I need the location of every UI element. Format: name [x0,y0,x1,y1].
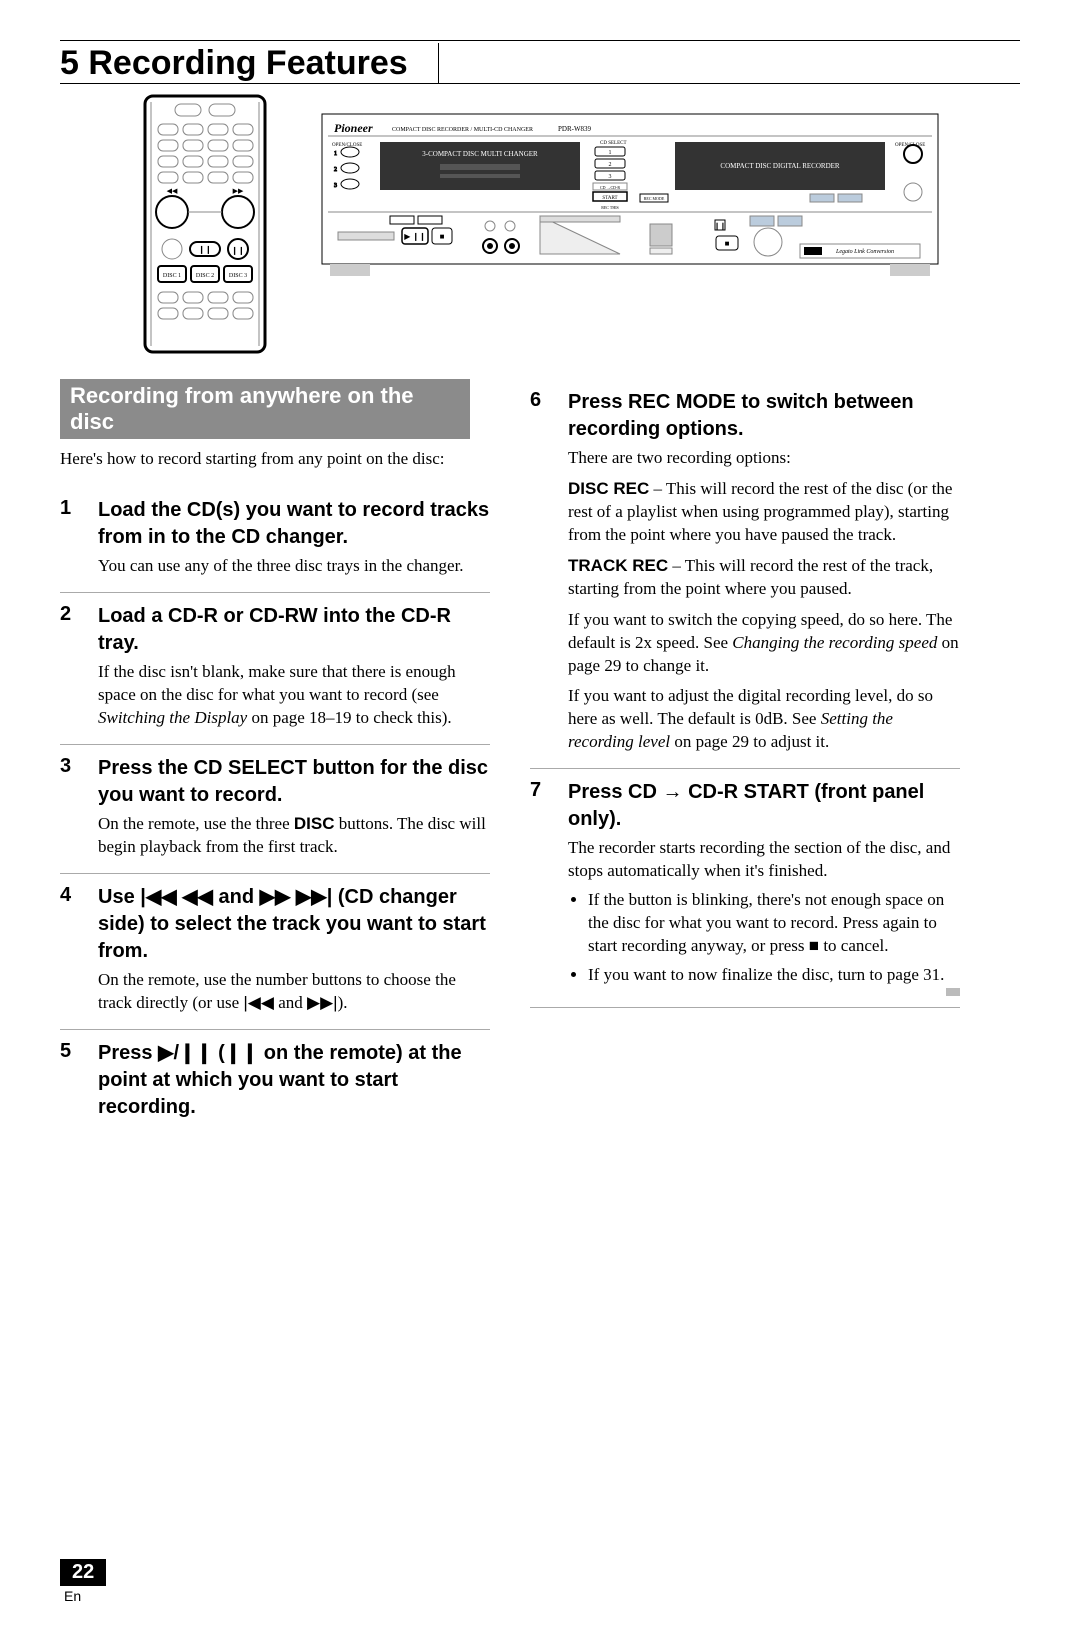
section-heading: Recording from anywhere on the disc [60,379,470,439]
intro-text: Here's how to record starting from any p… [60,449,490,469]
svg-text:▶▶: ▶▶ [233,187,244,195]
step-4: 4 Use |◀◀ ◀◀ and ▶▶ ▶▶| (CD changer side… [60,874,490,1030]
svg-text:START: START [602,196,617,201]
svg-text:1: 1 [334,151,337,157]
svg-text:3-COMPACT DISC MULTI CHANGER: 3-COMPACT DISC MULTI CHANGER [422,150,538,158]
svg-text:COMPACT DISC RECORDER / MULTI-: COMPACT DISC RECORDER / MULTI-CD CHANGER [392,127,533,133]
illustration-row: ◀◀ ▶▶ ❙❙ ❙❙ DISC 1 DISC 2 DISC 3 [130,94,1020,354]
svg-text:3: 3 [609,174,612,180]
unit-illustration: Pioneer COMPACT DISC RECORDER / MULTI-CD… [320,94,940,294]
step-1: 1 Load the CD(s) you want to record trac… [60,487,490,593]
step-6: 6 Press REC MODE to switch between recor… [530,379,960,769]
chapter-title: 5 Recording Features [60,44,428,83]
svg-text:CD SELECT: CD SELECT [600,141,627,146]
svg-text:DISC 1: DISC 1 [163,273,181,279]
svg-text:■: ■ [725,239,730,248]
svg-text:❙❙: ❙❙ [198,245,211,254]
step-2: 2 Load a CD-R or CD-RW into the CD-R tra… [60,593,490,745]
svg-text:▶ ❙❙: ▶ ❙❙ [404,232,426,241]
svg-text:Legato Link Conversion: Legato Link Conversion [835,249,894,255]
svg-text:◀◀: ◀◀ [167,187,178,195]
corner-mark [946,988,960,996]
svg-text:REC THIS: REC THIS [601,205,619,210]
svg-text:■: ■ [440,232,445,241]
svg-text:CD →CD-R: CD →CD-R [600,185,620,190]
svg-text:PDR-W839: PDR-W839 [558,125,592,133]
step-5: 5 Press ▶/❙❙ (❙❙ on the remote) at the p… [60,1030,490,1139]
step-3: 3 Press the CD SELECT button for the dis… [60,745,490,874]
svg-text:DISC 2: DISC 2 [196,273,214,279]
svg-text:2: 2 [609,162,612,168]
step-7: 7 Press CD → CD-R START (front panel onl… [530,769,960,1008]
language-code: En [60,1588,1020,1604]
svg-text:1: 1 [609,150,612,156]
svg-text:COMPACT DISC DIGITAL RECORDER: COMPACT DISC DIGITAL RECORDER [720,162,839,170]
svg-text:REC MODE: REC MODE [644,196,665,201]
svg-text:❙❙: ❙❙ [714,222,726,230]
svg-text:Pioneer: Pioneer [334,121,373,135]
svg-text:2: 2 [334,167,337,173]
svg-text:❙❙: ❙❙ [231,246,244,255]
svg-text:DISC 3: DISC 3 [229,273,247,279]
remote-illustration: ◀◀ ▶▶ ❙❙ ❙❙ DISC 1 DISC 2 DISC 3 [130,94,280,354]
page-number: 22 [60,1559,106,1586]
svg-text:3: 3 [334,183,337,189]
